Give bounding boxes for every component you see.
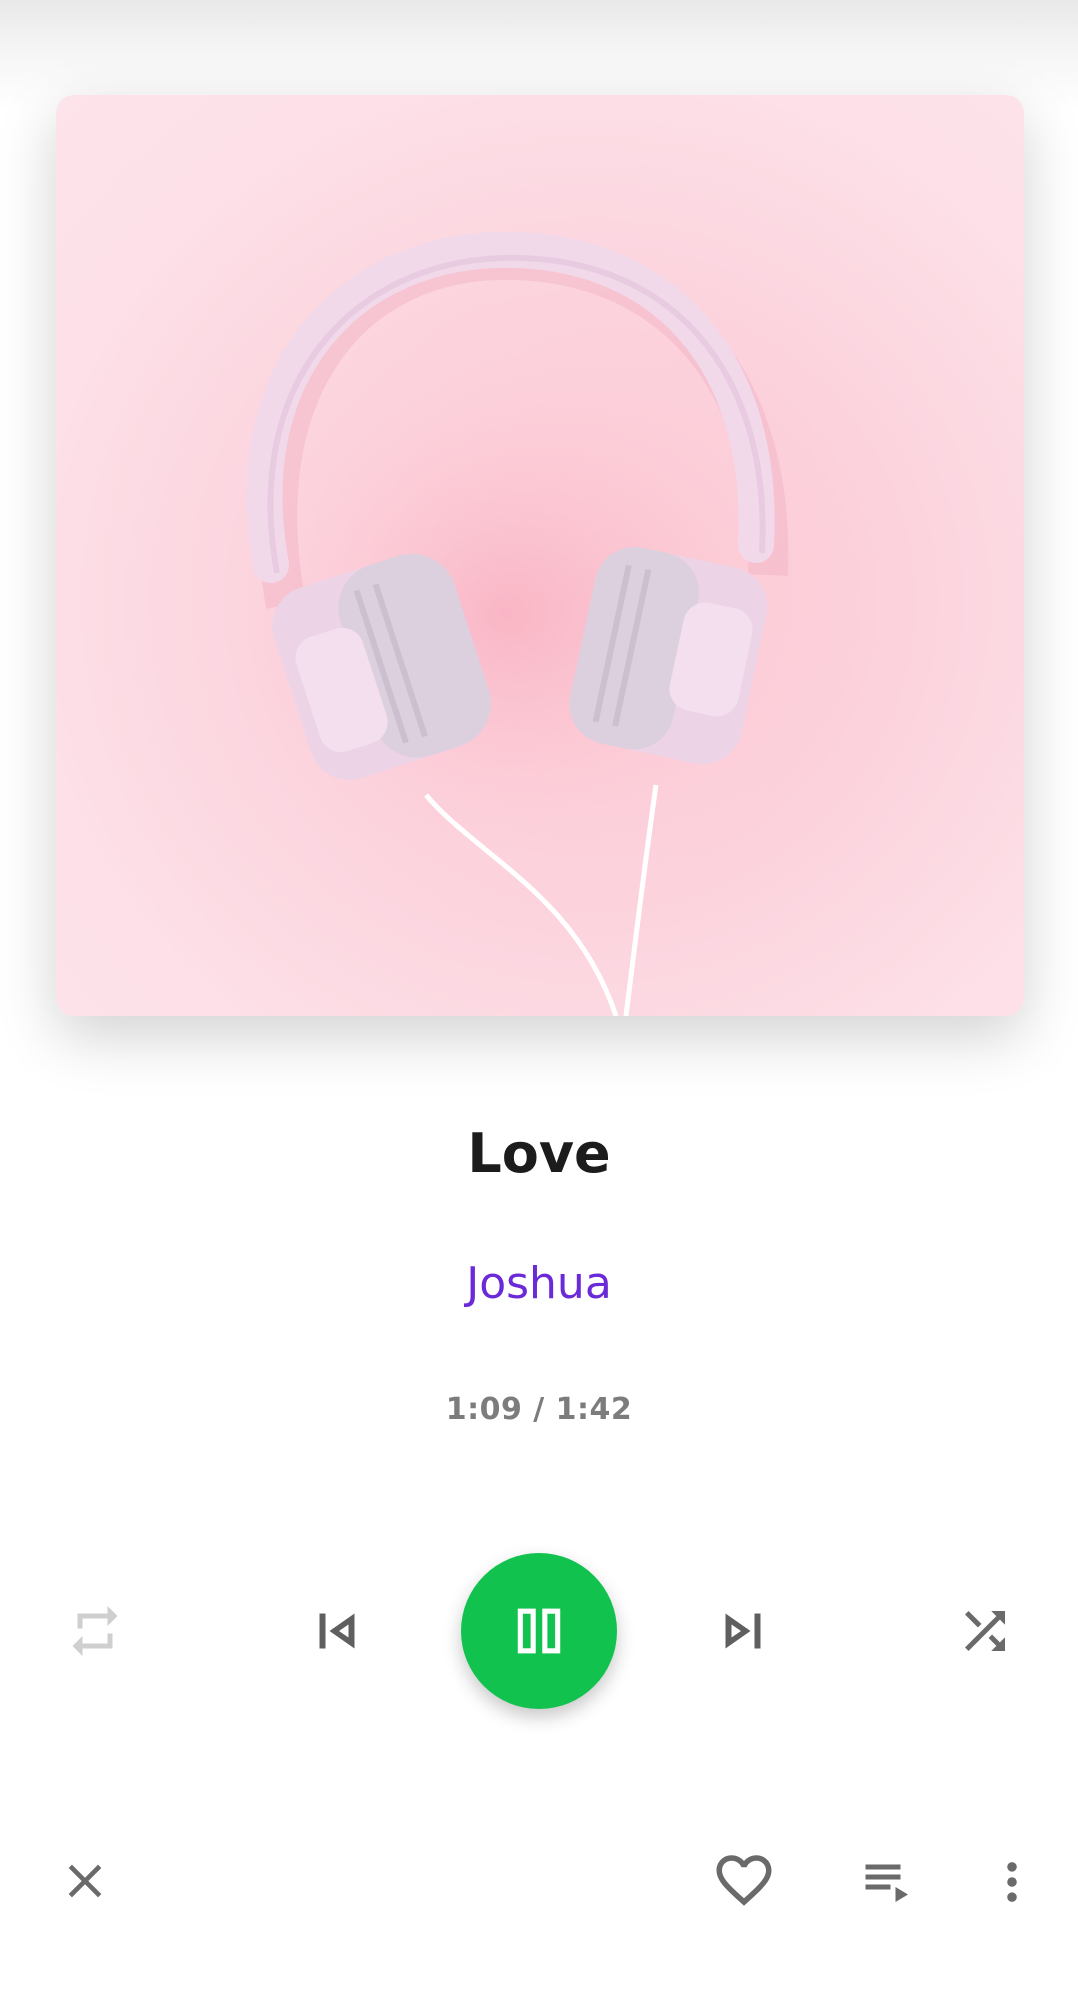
more-vertical-icon	[1007, 1862, 1017, 1902]
queue-icon	[865, 1864, 908, 1902]
shuffle-icon	[965, 1611, 1005, 1651]
repeat-button[interactable]	[60, 1598, 130, 1664]
close-icon	[68, 1864, 102, 1898]
repeat-icon	[72, 1606, 118, 1656]
queue-button[interactable]	[852, 1846, 924, 1918]
favorite-button[interactable]	[708, 1844, 780, 1916]
close-button[interactable]	[52, 1848, 118, 1914]
now-playing-screen: Love Joshua 1:09 / 1:42	[0, 0, 1078, 2002]
heart-outline-icon	[716, 1855, 772, 1906]
pause-icon	[517, 1608, 561, 1654]
album-art	[56, 95, 1024, 1016]
song-title: Love	[467, 1122, 611, 1185]
skip-next-icon	[725, 1613, 761, 1649]
artist-name[interactable]: Joshua	[0, 1258, 1078, 1309]
next-button[interactable]	[708, 1598, 778, 1664]
more-options-button[interactable]	[986, 1846, 1038, 1918]
previous-button[interactable]	[302, 1598, 372, 1664]
playback-time: 1:09 / 1:42	[445, 1392, 633, 1427]
shuffle-button[interactable]	[950, 1598, 1020, 1664]
play-pause-button[interactable]	[461, 1553, 617, 1709]
headphones-image	[176, 231, 836, 1016]
skip-previous-icon	[319, 1613, 355, 1649]
